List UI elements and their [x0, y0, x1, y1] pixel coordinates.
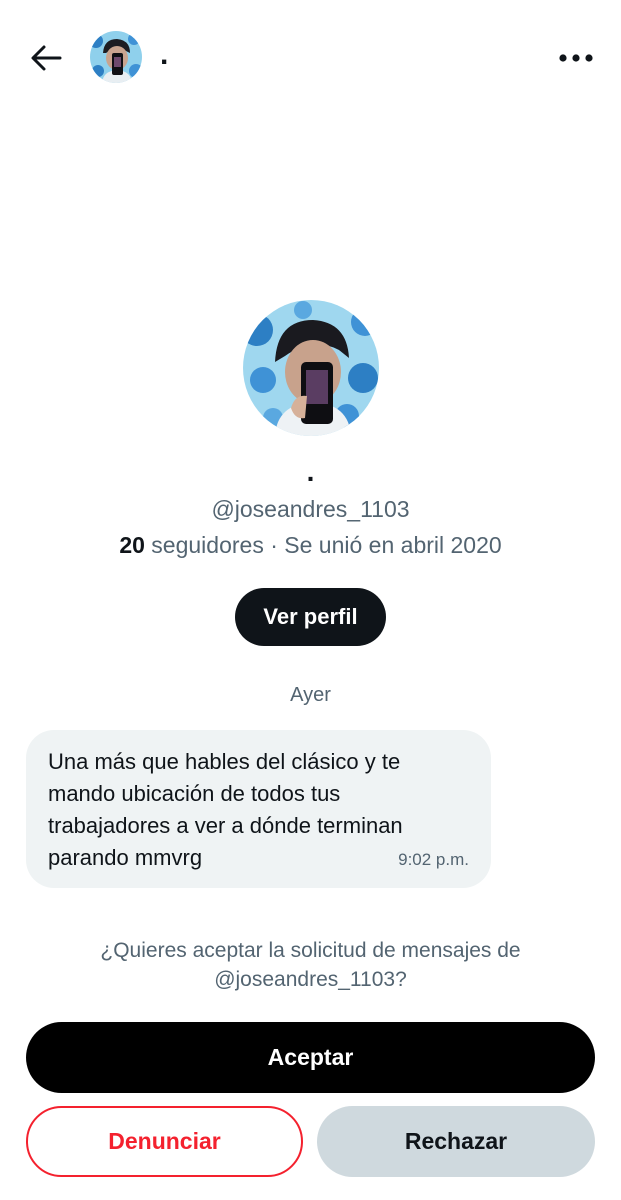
more-horizontal-icon	[559, 54, 593, 62]
view-profile-button[interactable]: Ver perfil	[235, 588, 386, 646]
back-button[interactable]	[24, 36, 68, 80]
accept-button[interactable]: Aceptar	[26, 1022, 595, 1093]
header-display-name[interactable]: .	[160, 40, 168, 70]
message-request-prompt: ¿Quieres aceptar la solicitud de mensaje…	[100, 939, 521, 991]
arrow-left-icon	[31, 45, 62, 71]
profile-summary: . @joseandres_1103 20 seguidores · Se un…	[0, 300, 621, 646]
profile-stats: 20 seguidores · Se unió en abril 2020	[0, 530, 621, 560]
profile-handle: @joseandres_1103	[211, 496, 410, 522]
profile-avatar[interactable]	[242, 300, 379, 436]
message-bubble[interactable]: Una más que hables del clásico y te mand…	[26, 730, 491, 888]
message-text: Una más que hables del clásico y te mand…	[48, 749, 403, 870]
followers-count: 20	[119, 532, 145, 558]
more-options-button[interactable]	[552, 36, 600, 80]
message-timestamp: 9:02 p.m.	[398, 850, 469, 869]
top-bar: .	[0, 0, 621, 112]
reject-button[interactable]: Rechazar	[317, 1106, 595, 1177]
joined-date: Se unió en abril 2020	[284, 532, 502, 558]
date-separator: Ayer	[290, 684, 331, 706]
report-button[interactable]: Denunciar	[26, 1106, 303, 1177]
header-avatar[interactable]	[90, 31, 142, 83]
stats-separator: ·	[270, 532, 278, 558]
followers-label: seguidores	[151, 532, 264, 558]
profile-display-name: .	[306, 456, 315, 487]
